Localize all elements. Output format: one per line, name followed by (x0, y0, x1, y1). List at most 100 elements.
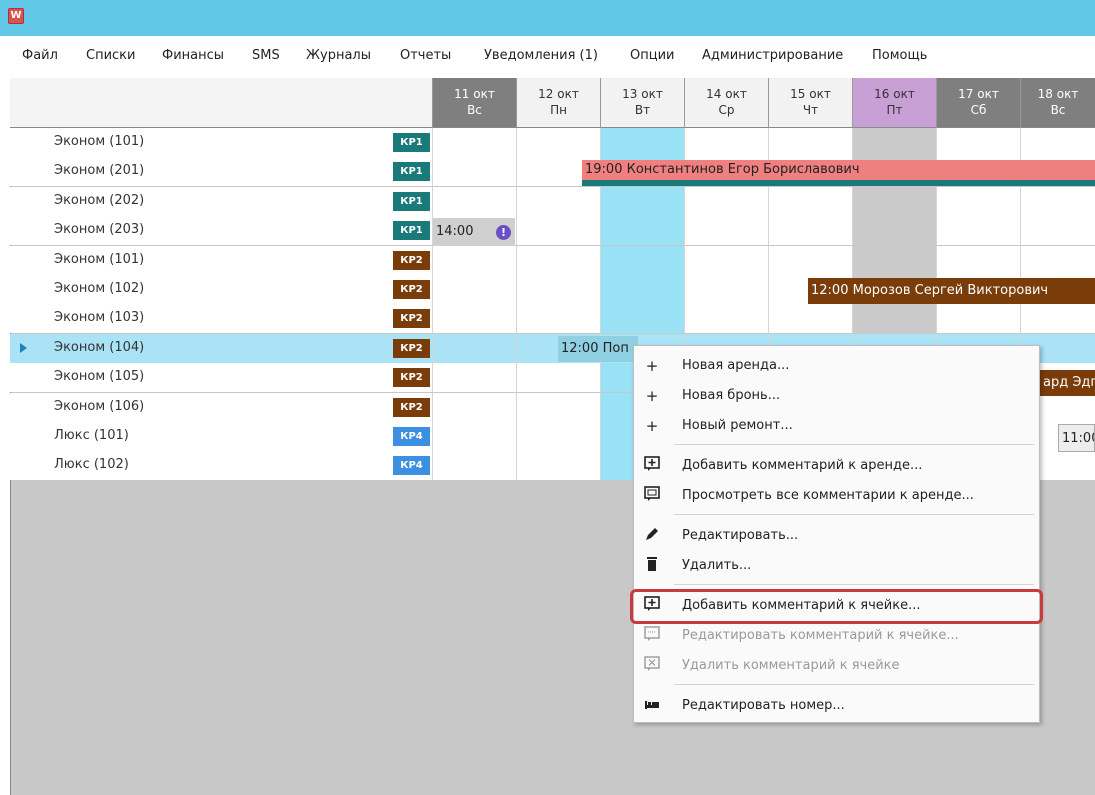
schedule-cell[interactable] (852, 304, 936, 334)
schedule-cell[interactable] (600, 186, 684, 216)
menu-item-delete[interactable]: Удалить... (634, 552, 1039, 580)
schedule-cell[interactable] (684, 304, 768, 334)
room-row[interactable]: Эконом (101) КР1 (10, 128, 1095, 157)
schedule-cell[interactable] (432, 304, 516, 334)
schedule-cell[interactable] (1020, 128, 1095, 157)
schedule-cell[interactable] (1020, 304, 1095, 334)
schedule-cell[interactable] (432, 275, 516, 304)
schedule-cell[interactable] (1020, 186, 1095, 216)
schedule-cell[interactable] (768, 304, 852, 334)
date-header[interactable]: 14 окт Ср (684, 78, 768, 128)
menu-item-edit[interactable]: Редактировать... (634, 522, 1039, 550)
schedule-cell[interactable] (516, 304, 600, 334)
schedule-cell[interactable] (516, 186, 600, 216)
menu-options[interactable]: Опции (630, 48, 674, 63)
schedule-cell[interactable] (516, 363, 600, 393)
booking-bar[interactable]: 12:00 Поп (558, 336, 638, 362)
room-row[interactable]: Эконом (203) КР1 (10, 216, 1095, 246)
schedule-cell[interactable] (852, 128, 936, 157)
menu-sms[interactable]: SMS (252, 48, 280, 63)
schedule-cell[interactable] (600, 304, 684, 334)
schedule-cell[interactable] (684, 186, 768, 216)
menu-item-new-repair[interactable]: + Новый ремонт... (634, 412, 1039, 440)
date-header[interactable]: 13 окт Вт (600, 78, 684, 128)
room-label[interactable]: Люкс (101) КР4 (10, 422, 432, 451)
menu-finance[interactable]: Финансы (162, 48, 224, 63)
menu-item-new-rent[interactable]: + Новая аренда... (634, 352, 1039, 380)
menu-item-add-rent-comment[interactable]: Добавить комментарий к аренде... (634, 452, 1039, 480)
schedule-cell[interactable] (516, 451, 600, 481)
schedule-cell[interactable] (432, 128, 516, 157)
date-header[interactable]: 15 окт Чт (768, 78, 852, 128)
room-label[interactable]: Эконом (202) КР1 (10, 186, 432, 216)
schedule-cell[interactable] (1020, 245, 1095, 275)
schedule-cell[interactable] (432, 422, 516, 451)
menu-reports[interactable]: Отчеты (400, 48, 451, 63)
schedule-cell[interactable] (768, 128, 852, 157)
schedule-cell[interactable] (516, 392, 600, 422)
schedule-cell[interactable] (516, 422, 600, 451)
schedule-cell[interactable] (600, 128, 684, 157)
room-label[interactable]: Люкс (102) КР4 (10, 451, 432, 481)
booking-bar[interactable]: 19:00 Константинов Егор Бориславович (582, 160, 1095, 180)
schedule-cell[interactable] (768, 216, 852, 246)
date-header[interactable]: 18 окт Вс (1020, 78, 1095, 128)
room-label[interactable]: Эконом (201) КР1 (10, 157, 432, 187)
schedule-cell[interactable] (432, 157, 516, 187)
booking-bar[interactable]: 12:00 Морозов Сергей Викторович (808, 278, 1095, 304)
schedule-cell[interactable] (432, 392, 516, 422)
menu-item-delete-cell-comment[interactable]: Удалить комментарий к ячейке (634, 652, 1039, 680)
room-label[interactable]: Эконом (102) КР2 (10, 275, 432, 304)
date-header[interactable]: 12 окт Пн (516, 78, 600, 128)
schedule-cell[interactable] (432, 363, 516, 393)
schedule-cell[interactable] (432, 186, 516, 216)
schedule-cell[interactable] (432, 245, 516, 275)
room-row[interactable]: Эконом (103) КР2 (10, 304, 1095, 334)
schedule-cell[interactable] (516, 275, 600, 304)
schedule-cell[interactable] (600, 275, 684, 304)
schedule-cell[interactable] (600, 245, 684, 275)
room-label[interactable]: Эконом (101) КР1 (10, 128, 432, 157)
room-label[interactable]: Эконом (103) КР2 (10, 304, 432, 334)
menu-item-edit-cell-comment[interactable]: Редактировать комментарий к ячейке... (634, 622, 1039, 650)
room-label[interactable]: Эконом (106) КР2 (10, 392, 432, 422)
schedule-cell[interactable] (852, 186, 936, 216)
schedule-cell[interactable] (432, 451, 516, 481)
menu-item-new-reservation[interactable]: + Новая бронь... (634, 382, 1039, 410)
schedule-cell[interactable] (684, 245, 768, 275)
schedule-cell[interactable] (936, 186, 1020, 216)
menu-file[interactable]: Файл (22, 48, 58, 63)
schedule-cell[interactable] (600, 216, 684, 246)
alert-icon[interactable]: ! (496, 225, 511, 240)
room-row[interactable]: Эконом (202) КР1 (10, 186, 1095, 216)
date-header-today[interactable]: 16 окт Пт (852, 78, 936, 128)
schedule-cell[interactable] (684, 216, 768, 246)
schedule-cell[interactable] (768, 186, 852, 216)
schedule-cell[interactable] (936, 304, 1020, 334)
menu-journals[interactable]: Журналы (306, 48, 371, 63)
schedule-cell[interactable] (516, 128, 600, 157)
date-header[interactable]: 11 окт Вс (432, 78, 516, 128)
booking-bar[interactable]: ард Эдг (1040, 370, 1095, 396)
room-label[interactable]: Эконом (105) КР2 (10, 363, 432, 393)
schedule-cell[interactable] (516, 216, 600, 246)
schedule-cell[interactable] (936, 216, 1020, 246)
schedule-cell[interactable] (852, 245, 936, 275)
room-label[interactable]: Эконом (101) КР2 (10, 245, 432, 275)
menu-item-edit-room[interactable]: Редактировать номер... (634, 692, 1039, 720)
room-label[interactable]: Эконом (104) КР2 (10, 333, 432, 363)
schedule-cell[interactable] (684, 275, 768, 304)
date-header[interactable]: 17 окт Сб (936, 78, 1020, 128)
menu-notifications[interactable]: Уведомления (1) (484, 48, 598, 63)
schedule-cell[interactable] (936, 128, 1020, 157)
schedule-cell[interactable] (852, 216, 936, 246)
room-row[interactable]: Эконом (101) КР2 (10, 245, 1095, 275)
schedule-cell[interactable] (516, 245, 600, 275)
schedule-cell[interactable] (936, 245, 1020, 275)
menu-item-view-rent-comments[interactable]: Просмотреть все комментарии к аренде... (634, 482, 1039, 510)
menu-administration[interactable]: Администрирование (702, 48, 843, 63)
menu-help[interactable]: Помощь (872, 48, 927, 63)
schedule-cell[interactable] (684, 128, 768, 157)
schedule-cell[interactable] (432, 333, 516, 363)
room-label[interactable]: Эконом (203) КР1 (10, 216, 432, 246)
